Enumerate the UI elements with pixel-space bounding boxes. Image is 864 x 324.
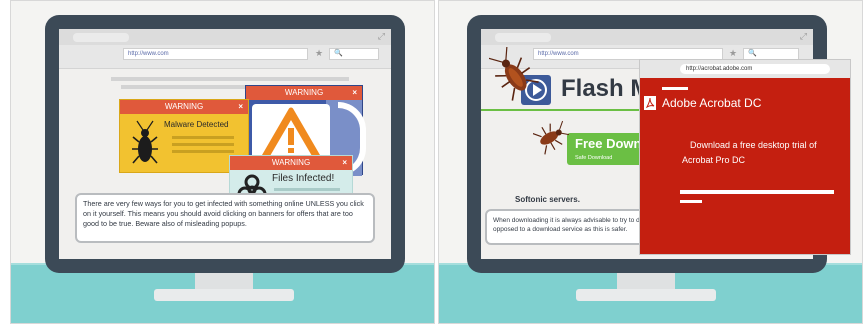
acrobat-title: Adobe Acrobat DC [662, 96, 762, 110]
address-bar[interactable]: http://www.com [123, 48, 308, 60]
browser-tab[interactable] [73, 33, 129, 42]
acrobat-popup-body: Adobe Acrobat DC Download a free desktop… [640, 78, 850, 254]
flash-page-title: Flash M [561, 75, 651, 102]
advice-message-text: There are very few ways for you to get i… [83, 199, 364, 228]
acrobat-url-bar[interactable]: http://acrobat.adobe.com [680, 64, 830, 74]
close-icon[interactable]: × [352, 86, 357, 100]
cockroach-icon [132, 120, 158, 164]
cockroach-icon [533, 120, 569, 155]
advice-message-box: There are very few ways for you to get i… [75, 193, 375, 243]
tab-strip [59, 29, 391, 45]
text-line [680, 200, 702, 203]
download-button-sublabel: Safe Download [575, 155, 613, 161]
bookmark-star-icon[interactable]: ★ [315, 48, 323, 59]
malware-popup-header: WARNING × [120, 100, 248, 114]
text-line [274, 188, 340, 191]
tab-strip [481, 29, 813, 45]
pdf-icon [645, 97, 655, 109]
resize-icon: ⤢ [799, 31, 807, 41]
malware-popup-title: WARNING [164, 102, 204, 111]
free-download-button[interactable]: Free Down Safe Download [567, 133, 647, 165]
files-popup-text: Files Infected! [272, 173, 335, 184]
text-line [172, 143, 234, 146]
bookmark-star-icon[interactable]: ★ [729, 48, 737, 59]
text-line [662, 87, 688, 90]
files-popup-header: WARNING × [230, 156, 352, 170]
monitor-stand-base [576, 289, 716, 301]
softonic-text: Softonic servers. [515, 195, 580, 204]
malware-popup-text: Malware Detected [164, 120, 229, 129]
monitor-screen: ⤢ http://www.com ★ 🔍 WARNING × WARNING ×… [59, 29, 391, 259]
acrobat-popup-titlebar: http://acrobat.adobe.com [640, 60, 850, 78]
files-popup-title: WARNING [271, 158, 311, 167]
alert-popup-title: WARNING [284, 88, 324, 97]
close-icon[interactable]: × [238, 100, 243, 114]
text-line [680, 190, 834, 194]
alert-popup-header: WARNING × [246, 86, 362, 100]
close-icon[interactable]: × [342, 156, 347, 170]
monitor: ⤢ http://www.com ★ 🔍 WARNING × WARNING ×… [45, 15, 405, 273]
right-illustration-panel: ⤢ http://www.com ★ 🔍 Flash M Free Down S… [438, 0, 863, 324]
acrobat-popup-window: http://acrobat.adobe.com Adobe Acrobat D… [639, 59, 851, 255]
text-line [172, 150, 234, 153]
browser-toolbar: ⤢ http://www.com ★ 🔍 [59, 29, 391, 69]
resize-icon: ⤢ [377, 31, 385, 41]
search-box[interactable]: 🔍 [329, 48, 379, 60]
download-button-label: Free Down [575, 136, 642, 151]
left-illustration-panel: ⤢ http://www.com ★ 🔍 WARNING × WARNING ×… [10, 0, 435, 324]
text-line [172, 136, 234, 139]
monitor-stand-base [154, 289, 294, 301]
browser-tab[interactable] [495, 33, 551, 42]
acrobat-body-text: Download a free desktop trial of Acrobat… [682, 140, 817, 165]
content-line [111, 77, 349, 81]
acrobat-logo-icon [644, 96, 656, 110]
cockroach-icon [489, 47, 539, 101]
